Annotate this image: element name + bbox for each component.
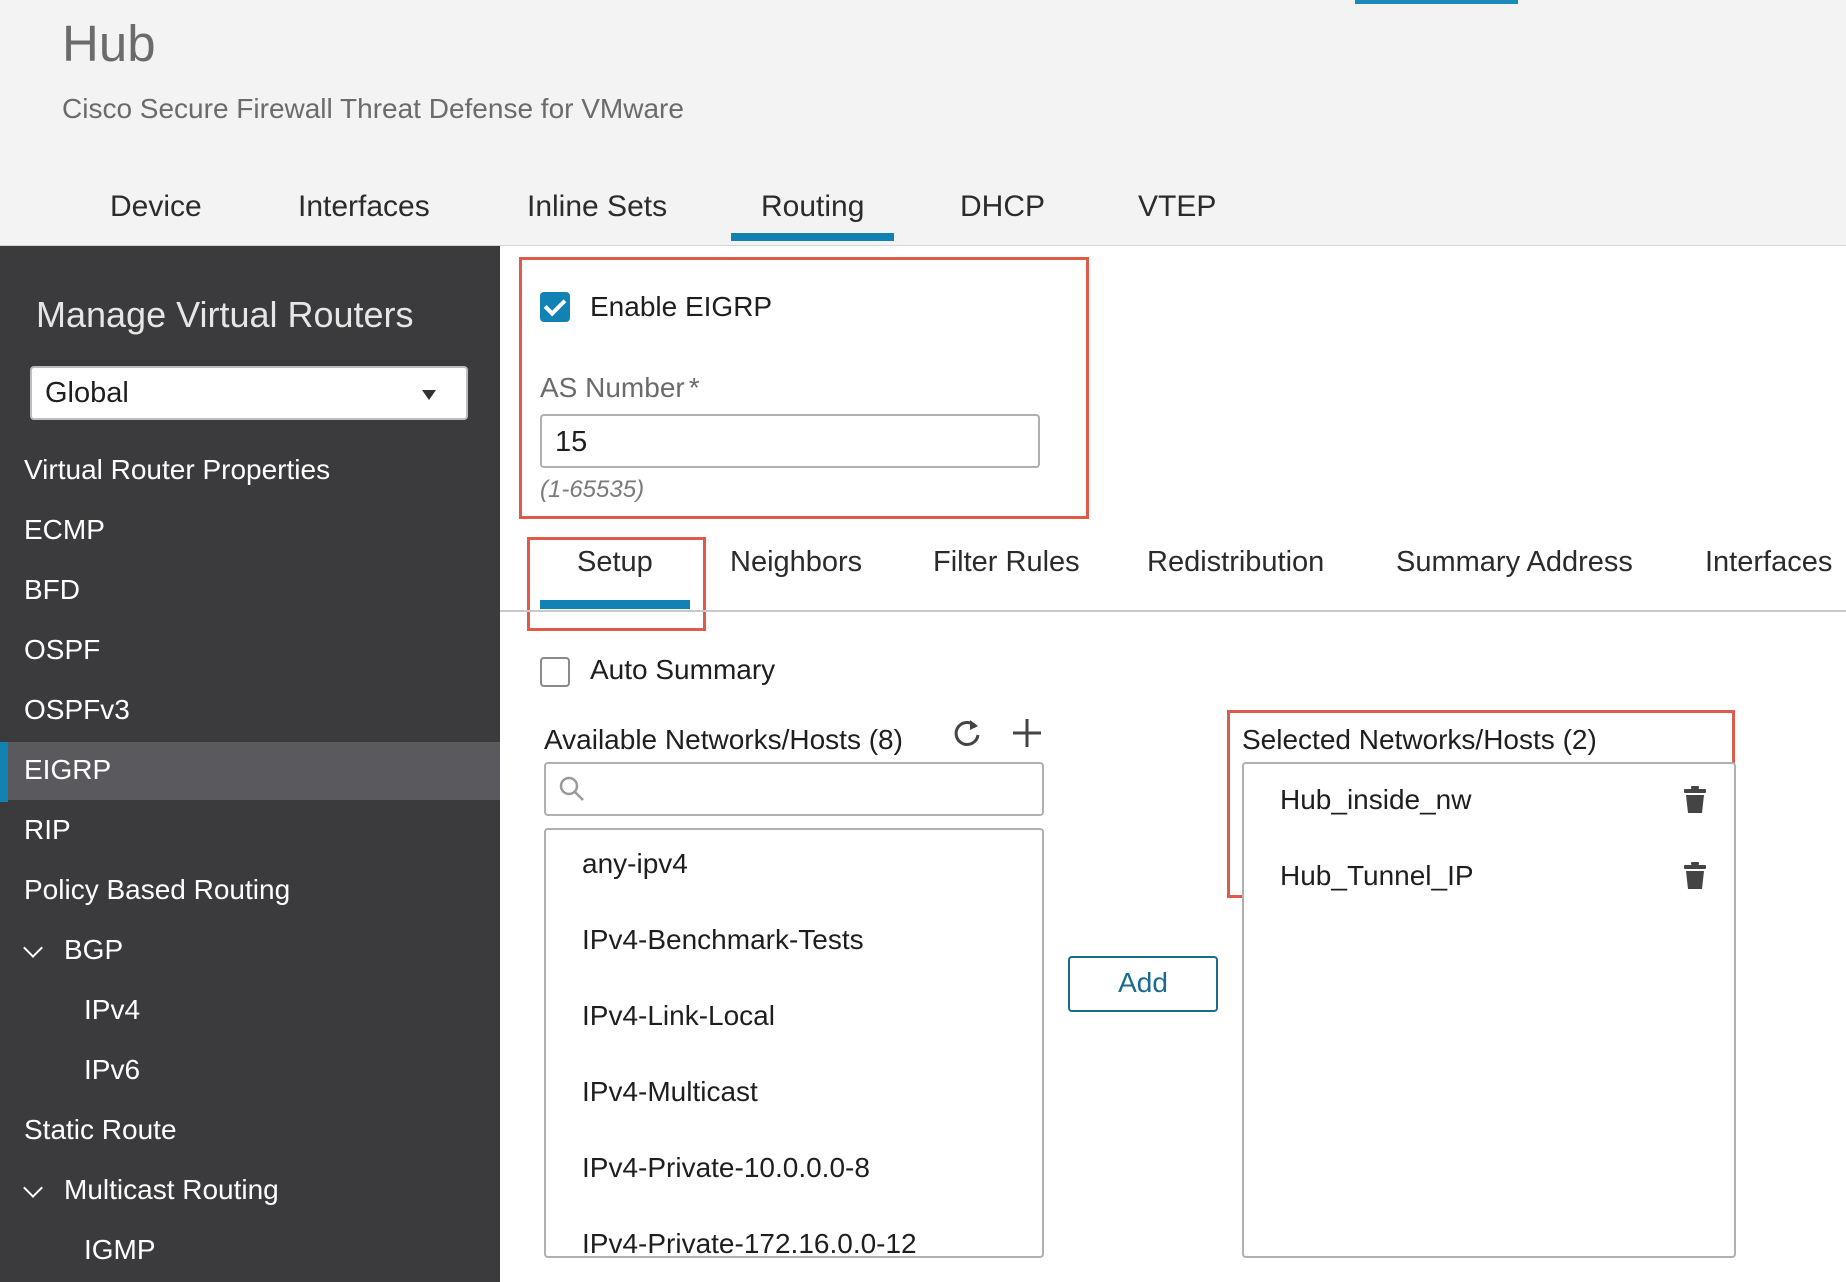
sidebar-item-bgp[interactable]: BGP [0,922,500,980]
sidebar-item-static-route[interactable]: Static Route [0,1102,500,1160]
refresh-icon[interactable] [950,716,984,750]
sidebar-item-bgp-ipv6[interactable]: IPv6 [0,1042,500,1100]
tab-device[interactable]: Device [110,190,202,224]
enable-eigrp-label: Enable EIGRP [590,291,773,322]
auto-summary-label: Auto Summary [590,654,776,685]
search-icon [559,776,584,801]
list-item: Hub_inside_nw [1280,784,1472,815]
sidebar-item-label: EIGRP [24,754,112,785]
tab-summary-address[interactable]: Summary Address [1396,546,1633,579]
sidebar-item-label: IPv4 [84,994,141,1025]
tabs-divider [500,610,1846,612]
list-item[interactable]: any-ipv4 [582,848,688,880]
available-networks-list[interactable]: any-ipv4 IPv4-Benchmark-Tests IPv4-Link-… [544,828,1044,1258]
list-item[interactable]: IPv4-Benchmark-Tests [582,924,864,956]
sidebar-item-label: IPv6 [84,1054,141,1085]
chevron-down-icon[interactable] [23,938,43,958]
sidebar-item-bgp-ipv4[interactable]: IPv4 [0,982,500,1040]
as-number-range-hint: (1-65535) [540,476,645,503]
sidebar-item-eigrp[interactable]: EIGRP [0,742,500,802]
trash-icon[interactable] [1684,862,1706,890]
tab-vtep[interactable]: VTEP [1138,190,1216,224]
tab-inline-sets[interactable]: Inline Sets [527,190,667,224]
device-header: Hub Cisco Secure Firewall Threat Defense… [0,0,1846,246]
as-number-label-text: AS Number [540,372,685,403]
sidebar-item-label: IGMP [84,1234,156,1265]
tab-redistribution[interactable]: Redistribution [1147,546,1324,579]
list-item[interactable]: IPv4-Link-Local [582,1000,775,1032]
tab-neighbors[interactable]: Neighbors [730,546,862,579]
sidebar-item-virtual-router-properties[interactable]: Virtual Router Properties [0,442,500,500]
sidebar-item-label: Multicast Routing [64,1174,279,1205]
chevron-down-icon[interactable] [23,1178,43,1198]
virtual-router-sidebar: Manage Virtual Routers Global Virtual Ro… [0,246,500,1282]
virtual-router-select-value: Global [45,377,129,409]
tab-interfaces[interactable]: Interfaces [1705,546,1832,579]
sidebar-item-multicast-routing[interactable]: Multicast Routing [0,1162,500,1220]
tab-routing[interactable]: Routing [730,190,895,241]
available-networks-title: Available Networks/Hosts (8) [544,724,903,755]
sidebar-item-ospfv3[interactable]: OSPFv3 [0,682,500,740]
eigrp-content: Enable EIGRP AS Number * 15 (1-65535) Set… [500,246,1846,1282]
list-item[interactable]: IPv4-Private-10.0.0.0-8 [582,1152,870,1184]
sidebar-item-label: OSPFv3 [24,694,130,725]
auto-summary-checkbox[interactable] [540,657,570,687]
sidebar-item-label: ECMP [24,514,105,545]
sidebar-item-rip[interactable]: RIP [0,802,500,860]
sidebar-item-igmp[interactable]: IGMP [0,1222,500,1280]
caret-down-icon [422,390,436,400]
sidebar-item-ecmp[interactable]: ECMP [0,502,500,560]
sidebar-item-label: OSPF [24,634,101,665]
as-number-input[interactable]: 15 [540,414,1040,468]
sidebar-item-label: Virtual Router Properties [24,454,331,485]
enable-eigrp-checkbox[interactable] [540,292,570,322]
available-search-input[interactable] [544,762,1044,816]
sidebar-item-policy-based-routing[interactable]: Policy Based Routing [0,862,500,920]
selected-networks-list[interactable]: Hub_inside_nw Hub_Tunnel_IP [1242,762,1736,1258]
list-item[interactable]: IPv4-Private-172.16.0.0-12 [582,1228,917,1256]
selected-networks-title: Selected Networks/Hosts (2) [1242,724,1597,755]
list-item[interactable]: IPv4-Multicast [582,1076,758,1108]
as-number-value: 15 [555,426,588,458]
tab-setup[interactable]: Setup [577,546,653,579]
sidebar-item-label: RIP [24,814,71,845]
sidebar-item-ospf[interactable]: OSPF [0,622,500,680]
device-subtitle: Cisco Secure Firewall Threat Defense for… [62,93,684,124]
plus-icon[interactable] [1010,716,1044,750]
list-item: Hub_Tunnel_IP [1280,860,1474,891]
tab-filter-rules[interactable]: Filter Rules [933,546,1080,579]
trash-icon[interactable] [1684,786,1706,814]
device-title: Hub [62,15,156,72]
sidebar-item-bfd[interactable]: BFD [0,562,500,620]
sidebar-item-label: Policy Based Routing [24,874,291,905]
tab-dhcp[interactable]: DHCP [960,190,1045,224]
header-accent-line [1355,0,1518,4]
as-number-label: AS Number * [540,372,700,404]
sidebar-item-label: Static Route [24,1114,177,1145]
required-marker: * [688,372,700,403]
sidebar-title: Manage Virtual Routers [36,294,414,335]
virtual-router-select[interactable]: Global [30,366,468,420]
tab-interfaces[interactable]: Interfaces [298,190,430,224]
sidebar-item-label: BFD [24,574,80,605]
active-tab-indicator [540,600,690,609]
add-button[interactable]: Add [1068,956,1218,1012]
sidebar-item-label: BGP [64,934,124,965]
